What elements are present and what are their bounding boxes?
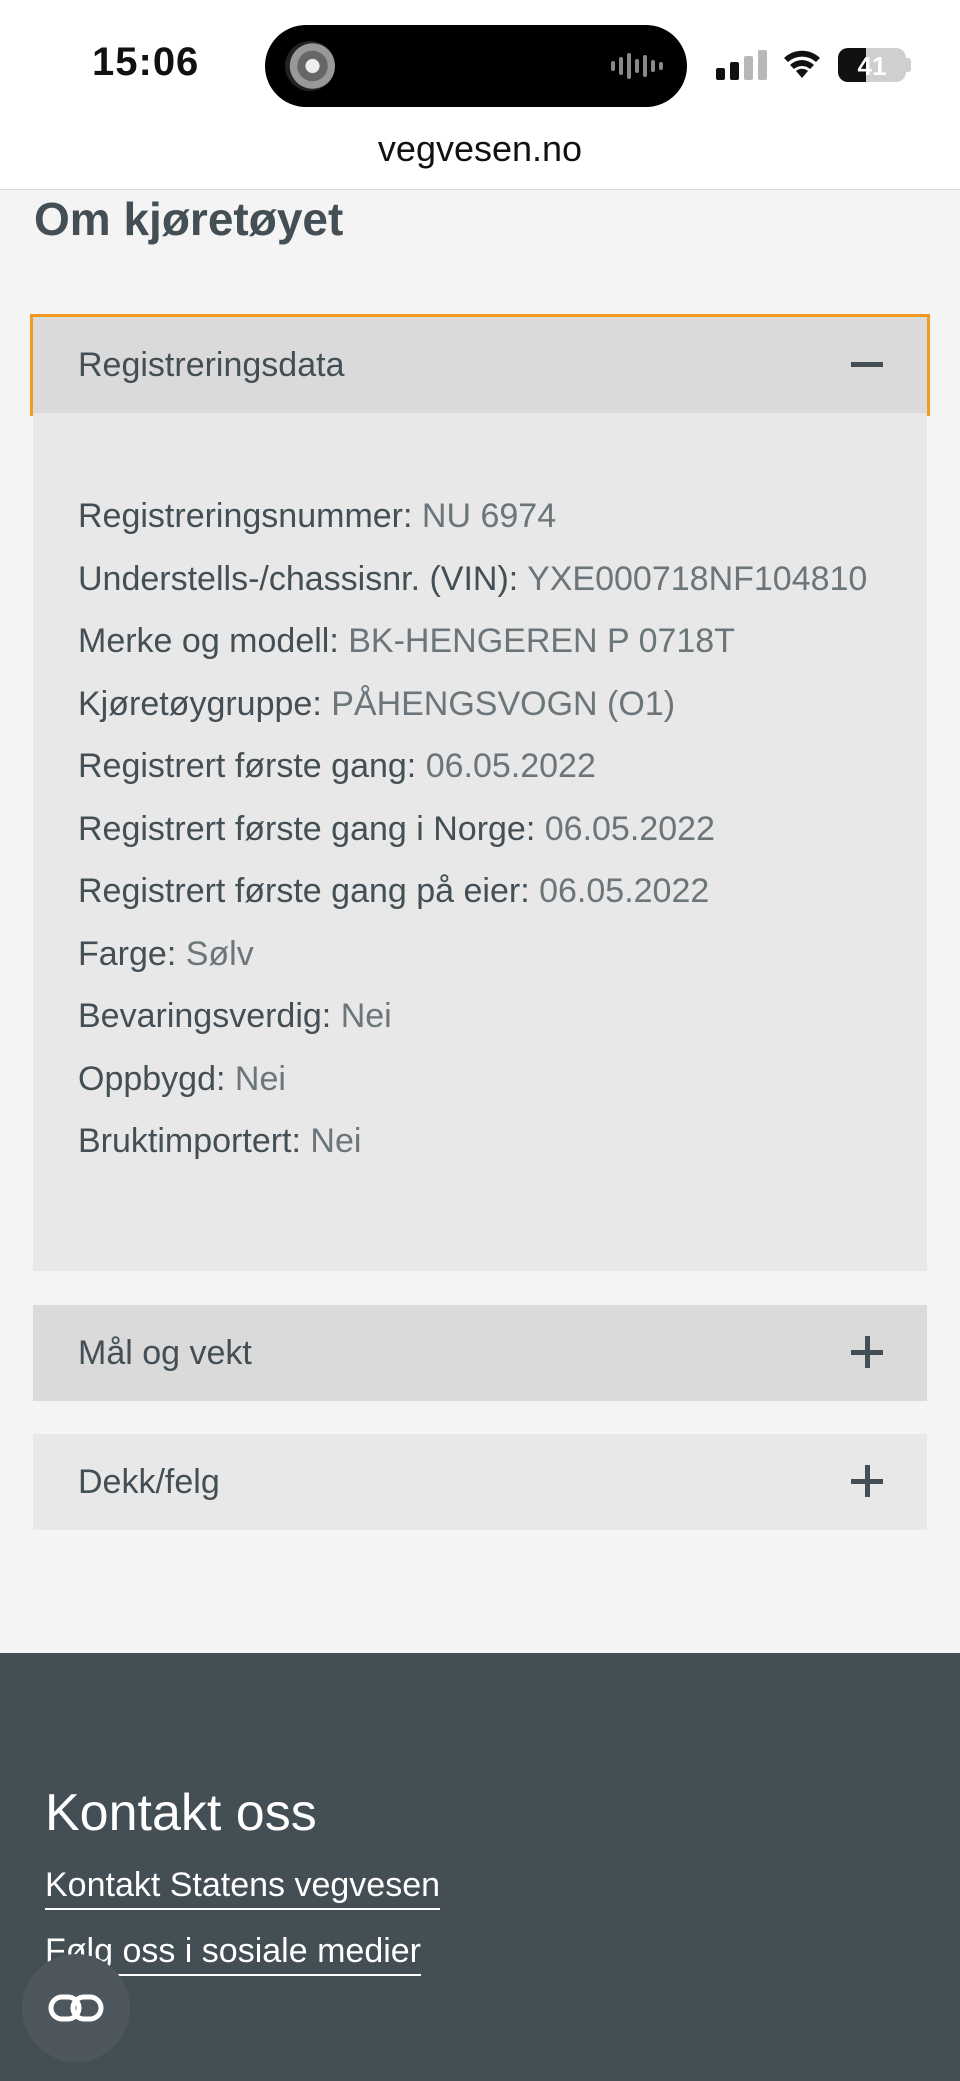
footer-title: Kontakt oss — [45, 1784, 317, 1842]
cellular-signal-icon — [716, 50, 767, 80]
registration-row-value: Nei — [310, 1122, 362, 1160]
registration-row-key: Bruktimportert: — [78, 1122, 301, 1160]
status-bar: 15:06 41 — [0, 0, 960, 125]
registration-row-key: Registrert første gang: — [78, 747, 417, 785]
reader-view-button[interactable] — [22, 1954, 130, 2062]
accordion-label: Registreringsdata — [78, 345, 345, 384]
registration-row: Kjøretøygruppe: PÅHENGSVOGN (O1) — [78, 673, 867, 736]
registration-row-value: Nei — [234, 1059, 286, 1098]
registration-row: Merke og modell: BK-HENGEREN P 0718T — [78, 610, 867, 673]
registration-row: Registrert første gang: 06.05.2022 — [78, 735, 867, 798]
registration-row-key: Oppbygd: — [78, 1059, 226, 1098]
registration-row-value: NU 6974 — [421, 497, 557, 535]
registration-row-key: Registrert første gang i Norge: — [78, 809, 536, 848]
accordion-body-registreringsdata: Registreringsnummer: NU 6974 Understells-… — [33, 413, 927, 1271]
registration-row: Registreringsnummer: NU 6974 — [78, 485, 867, 548]
battery-icon: 41 — [838, 48, 906, 82]
registration-row-value: YXE000718NF104810 — [527, 559, 868, 598]
registration-row: Registrert første gang i Norge: 06.05.20… — [78, 798, 867, 861]
accordion-label: Dekk/felg — [78, 1462, 220, 1501]
registration-row: Bevaringsverdig: Nei — [78, 985, 867, 1048]
registration-data-list: Registreringsnummer: NU 6974 Understells-… — [78, 485, 867, 1173]
page-section-title: Om kjøretøyet — [34, 193, 344, 245]
registration-row: Understells-/chassisnr. (VIN): YXE000718… — [78, 548, 867, 611]
link-icon — [48, 1994, 104, 2022]
accordion-dekk-felg[interactable]: Dekk/felg — [33, 1434, 927, 1530]
battery-percent: 41 — [857, 51, 887, 81]
registration-row-value: PÅHENGSVOGN (O1) — [331, 684, 676, 723]
wifi-icon — [784, 50, 820, 78]
registration-row-value: 06.05.2022 — [425, 747, 596, 785]
battery-tip — [906, 58, 911, 72]
registration-row-value: Sølv — [185, 934, 254, 973]
address-bar-url[interactable]: vegvesen.no — [0, 128, 960, 170]
accordion-label: Mål og vekt — [78, 1333, 252, 1372]
registration-row: Farge: Sølv — [78, 923, 867, 986]
registration-row-key: Registrert første gang på eier: — [78, 872, 530, 910]
registration-row: Bruktimportert: Nei — [78, 1110, 867, 1173]
dynamic-island — [265, 25, 687, 107]
registration-row-key: Merke og modell: — [78, 622, 339, 660]
camera-icon — [285, 41, 335, 91]
registration-row: Registrert første gang på eier: 06.05.20… — [78, 860, 867, 923]
minus-icon — [851, 348, 885, 382]
status-time: 15:06 — [92, 40, 200, 84]
registration-row-key: Farge: — [78, 934, 177, 973]
registration-row-value: 06.05.2022 — [539, 872, 710, 910]
accordion-mal-og-vekt[interactable]: Mål og vekt — [33, 1305, 927, 1401]
registration-row: Oppbygd: Nei — [78, 1048, 867, 1111]
registration-row-value: 06.05.2022 — [544, 809, 715, 848]
footer-link-kontakt[interactable]: Kontakt Statens vegvesen — [45, 1866, 441, 1910]
audio-waveform-icon — [611, 52, 663, 80]
plus-icon — [851, 1336, 885, 1370]
accordion-registreringsdata[interactable]: Registreringsdata — [30, 314, 930, 416]
registration-row-value: Nei — [340, 997, 392, 1035]
registration-row-value: BK-HENGEREN P 0718T — [348, 622, 735, 660]
registration-row-key: Kjøretøygruppe: — [78, 684, 322, 723]
plus-icon — [851, 1465, 885, 1499]
registration-row-key: Registreringsnummer: — [78, 497, 413, 535]
registration-row-key: Bevaringsverdig: — [78, 997, 332, 1035]
registration-row-key: Understells-/chassisnr. (VIN): — [78, 559, 519, 598]
footer: Kontakt oss Kontakt Statens vegvesen Føl… — [0, 1653, 960, 2081]
